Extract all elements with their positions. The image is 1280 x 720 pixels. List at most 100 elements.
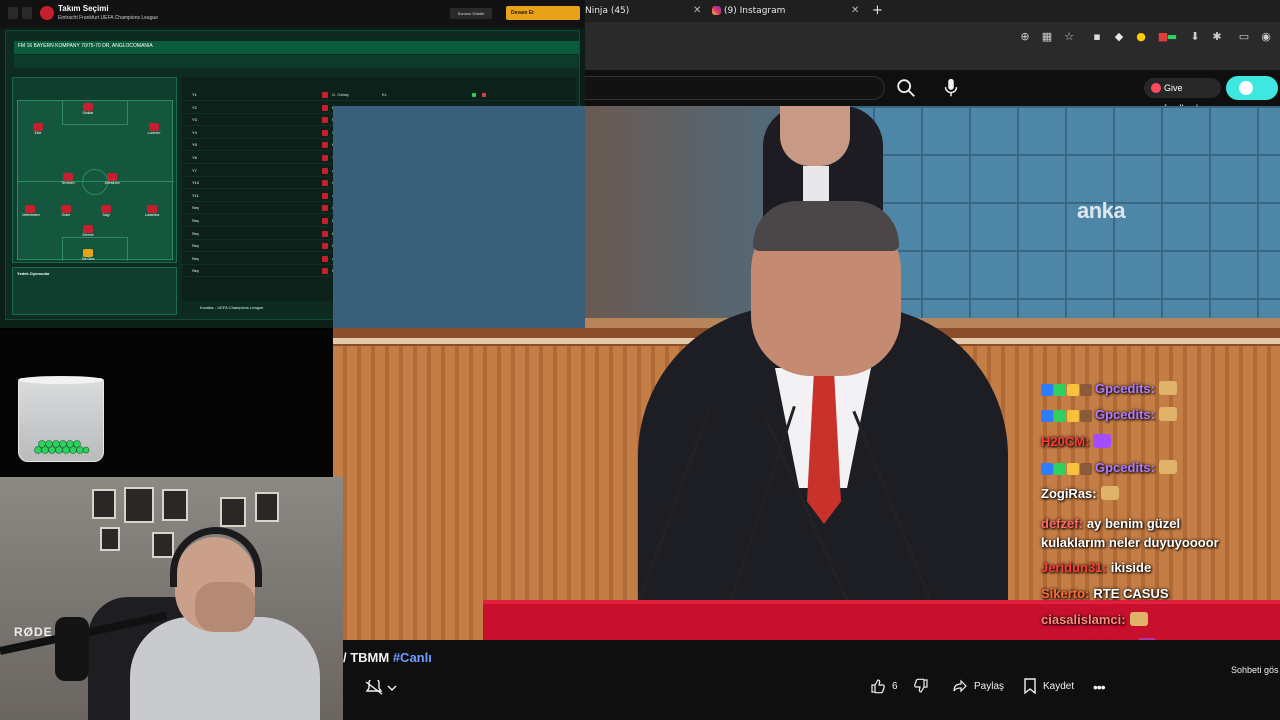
emote-icon (1158, 460, 1177, 474)
sidebar-icon[interactable]: ▭ (1237, 30, 1251, 44)
user-badges-icon (1041, 382, 1093, 397)
chat-username[interactable]: Jeridun31: (1041, 560, 1107, 575)
translate-icon[interactable]: ⊕ (1018, 30, 1032, 44)
extension-icon[interactable]: ◆ (1112, 30, 1126, 44)
table-row[interactable]: Y1 G. Ozbay KL (182, 89, 576, 101)
glass-rim (18, 376, 104, 384)
pitch-player[interactable]: Guler (58, 205, 74, 219)
like-button[interactable]: 6 (870, 678, 898, 696)
status-icon (482, 93, 486, 97)
mic-icon[interactable] (942, 77, 960, 99)
save-label: Kaydet (1043, 681, 1075, 692)
back-icon[interactable] (8, 7, 18, 19)
shirt-icon (322, 167, 328, 174)
chat-username[interactable]: H20CM: (1041, 434, 1089, 449)
star-icon[interactable]: ☆ (1062, 30, 1076, 44)
player-name: Lubamba (144, 213, 160, 217)
feedback-icon (1151, 83, 1161, 93)
club-logo-icon (40, 6, 54, 20)
youtube-header: Give feedback (585, 70, 1280, 113)
tab-instagram[interactable]: (9) Instagram ✕ (710, 0, 860, 22)
chat-username[interactable]: Sikerto: (1041, 586, 1089, 601)
show-chat-label[interactable]: Sohbeti gös (1231, 665, 1279, 675)
emote-icon (1129, 612, 1148, 626)
team-selector[interactable]: FM 16 BAYERN KOMPANY 70/75-70 DR, ANGLOC… (18, 43, 153, 49)
pitch-player[interactable]: Tevanen (60, 173, 76, 187)
dislike-button[interactable] (913, 678, 935, 696)
pitch-player[interactable]: Sagi (98, 205, 114, 219)
create-button[interactable] (1226, 76, 1278, 100)
like-icon (871, 679, 885, 694)
game-subtitle: Eintracht Frankfurt UEFA Champions Leagu… (58, 15, 159, 21)
share-button[interactable]: Paylaş (952, 678, 1004, 696)
user-badges-icon (1041, 408, 1093, 423)
pitch-player[interactable]: Ekle (30, 123, 46, 137)
forward-icon[interactable] (22, 7, 32, 19)
position-cell: Seç (192, 243, 199, 249)
pitch-player[interactable]: De Gea (80, 249, 96, 263)
chat-text: ikiside (1110, 560, 1152, 575)
position-cell: Y7 (192, 167, 197, 173)
position-cell: Y10 (192, 180, 200, 186)
chat-text: RTE CASUS (1093, 586, 1169, 601)
tab-ninja[interactable]: Ninja (45) ✕ (585, 0, 705, 22)
puzzle-icon[interactable]: ✱ (1210, 30, 1224, 44)
bookmark-icon (1024, 678, 1036, 695)
shirt-icon (322, 104, 328, 111)
close-icon[interactable]: ✕ (851, 0, 859, 22)
position-cell: Seç (192, 255, 199, 261)
chat-username[interactable]: Gpcedits: (1095, 381, 1155, 396)
video-title: / TBMM #Canlı (343, 650, 432, 665)
position-cell: Y2 (192, 104, 197, 110)
extension-icon[interactable]: ▬ (1165, 30, 1179, 44)
browser-toolbar: ⊕ ▦ ☆ ▪ ◆ ● ■ ▬ ⬇ ✱ ▭ ◉ (585, 22, 1280, 70)
continue-button[interactable]: Devam Et (506, 6, 580, 20)
pitch-player[interactable]: Stoklar (80, 103, 96, 117)
substitutes-title: Yedek Oyuncular (17, 271, 50, 276)
formation-panel: Stoklar Ekle Lorenzo Tevanen Jelestrom Vetest… (12, 77, 177, 263)
position-cell: Y6 (192, 155, 197, 160)
chat-message: Sikerto: RTE CASUS (1041, 586, 1169, 601)
tab-label: (9) Instagram (724, 6, 786, 16)
chat-username[interactable]: Gpcedits: (1095, 460, 1155, 475)
save-button[interactable]: Kaydet (1023, 678, 1074, 696)
rode-logo: RØDE (14, 625, 53, 639)
position-cell: Seç (192, 205, 199, 211)
green-beads-image (34, 440, 90, 454)
shirt-icon (322, 142, 328, 149)
pitch-player[interactable]: Vetestraten (22, 205, 40, 219)
chat-username[interactable]: defzef: (1041, 516, 1083, 531)
pitch: Stoklar Ekle Lorenzo Tevanen Jelestrom Vetest… (17, 100, 174, 263)
download-icon[interactable]: ⬇ (1188, 30, 1202, 44)
pitch-player[interactable]: Dienne (80, 225, 96, 239)
extension-icon[interactable]: ▪ (1090, 30, 1104, 44)
hashtag-link[interactable]: #Canlı (393, 650, 432, 665)
chat-username[interactable]: ZogiRas: (1041, 486, 1097, 501)
emote-icon (1100, 486, 1119, 500)
position-cell: Y5 (192, 142, 197, 148)
profile-icon[interactable]: ◉ (1259, 30, 1273, 44)
notification-bell-icon[interactable] (363, 680, 403, 696)
new-tab-button[interactable]: + (872, 0, 886, 22)
share-icon (953, 679, 967, 693)
pitch-player[interactable]: Lorenzo (146, 123, 162, 137)
search-icon[interactable] (895, 77, 917, 99)
chat-message: ciasalislamci: (1041, 612, 1148, 627)
video-title-text: / TBMM (343, 650, 393, 665)
close-icon[interactable]: ✕ (693, 0, 701, 22)
player-name: Sagi (102, 213, 110, 217)
more-actions-icon[interactable]: ••• (1093, 678, 1106, 696)
pitch-player[interactable]: Jelestrom (104, 173, 120, 187)
show-result-button[interactable]: Sonucu Göster (450, 8, 492, 19)
chat-username[interactable]: Gpcedits: (1095, 407, 1155, 422)
player-name-cell: G. Ozbay (332, 92, 349, 97)
pitch-player[interactable]: Lubamba (144, 205, 160, 219)
give-feedback-button[interactable]: Give feedback (1144, 78, 1221, 113)
position-cell: Seç (192, 230, 199, 236)
options-row (14, 55, 579, 68)
extension-icon[interactable]: ● (1134, 30, 1148, 44)
apps-icon[interactable]: ▦ (1040, 30, 1054, 44)
game-titlebar: Takım Seçimi Eintracht Frankfurt UEFA Ch… (0, 0, 585, 28)
search-input[interactable] (585, 76, 885, 100)
chat-username[interactable]: ciasalislamci: (1041, 612, 1126, 627)
